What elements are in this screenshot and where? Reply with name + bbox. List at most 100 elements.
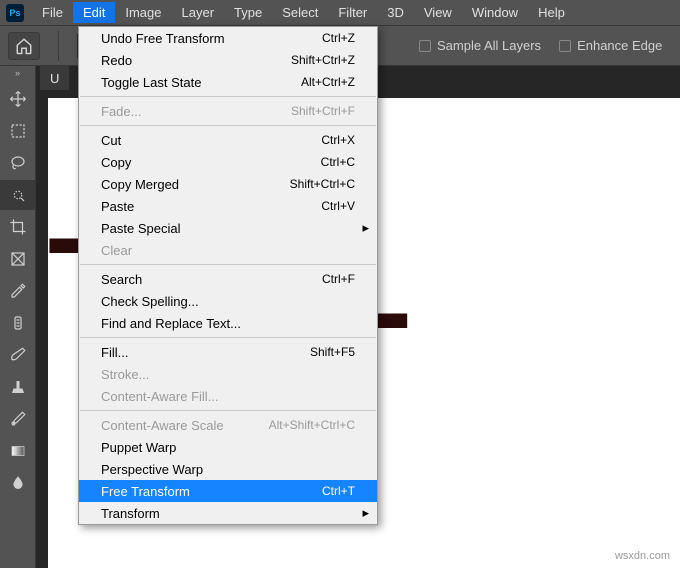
menu-item-fade: Fade... Shift+Ctrl+F — [79, 100, 377, 122]
lasso-tool[interactable] — [0, 148, 35, 178]
tools-panel: » — [0, 66, 36, 568]
submenu-arrow-icon: ▸ — [362, 505, 369, 521]
menu-select[interactable]: Select — [272, 2, 328, 23]
menu-layer[interactable]: Layer — [172, 2, 225, 23]
menu-item-undo-free-transform[interactable]: Undo Free Transform Ctrl+Z — [79, 27, 377, 49]
menu-item-label: Undo Free Transform — [101, 31, 225, 46]
menu-item-paste-special[interactable]: Paste Special ▸ — [79, 217, 377, 239]
menu-item-paste[interactable]: Paste Ctrl+V — [79, 195, 377, 217]
menu-separator — [80, 125, 376, 126]
menu-separator — [80, 410, 376, 411]
menu-item-transform[interactable]: Transform ▸ — [79, 502, 377, 524]
menu-item-copy[interactable]: Copy Ctrl+C — [79, 151, 377, 173]
menu-item-shortcut: Ctrl+X — [321, 133, 355, 147]
menu-item-content-aware-scale: Content-Aware Scale Alt+Shift+Ctrl+C — [79, 414, 377, 436]
menu-item-puppet-warp[interactable]: Puppet Warp — [79, 436, 377, 458]
menu-image[interactable]: Image — [115, 2, 171, 23]
menu-window[interactable]: Window — [462, 2, 528, 23]
menu-filter[interactable]: Filter — [328, 2, 377, 23]
document-tab[interactable]: U — [40, 66, 69, 90]
menu-item-label: Content-Aware Scale — [101, 418, 224, 433]
marquee-tool[interactable] — [0, 116, 35, 146]
menu-item-shortcut: Shift+Ctrl+C — [290, 177, 355, 191]
menu-item-cut[interactable]: Cut Ctrl+X — [79, 129, 377, 151]
menu-item-shortcut: Alt+Ctrl+Z — [301, 75, 355, 89]
menu-item-label: Fill... — [101, 345, 128, 360]
edit-menu-dropdown: Undo Free Transform Ctrl+Z Redo Shift+Ctrl+… — [78, 26, 378, 525]
document-tab-label: U — [50, 71, 59, 86]
menu-separator — [80, 96, 376, 97]
menu-item-label: Free Transform — [101, 484, 190, 499]
menu-item-label: Stroke... — [101, 367, 149, 382]
menu-separator — [80, 337, 376, 338]
menu-item-label: Puppet Warp — [101, 440, 176, 455]
divider — [58, 31, 59, 61]
gradient-tool[interactable] — [0, 436, 35, 466]
menu-item-label: Find and Replace Text... — [101, 316, 241, 331]
quick-selection-tool[interactable] — [0, 180, 35, 210]
menu-item-copy-merged[interactable]: Copy Merged Shift+Ctrl+C — [79, 173, 377, 195]
menu-item-shortcut: Shift+Ctrl+F — [291, 104, 355, 118]
menu-type[interactable]: Type — [224, 2, 272, 23]
menu-item-label: Fade... — [101, 104, 141, 119]
menu-item-shortcut: Ctrl+Z — [322, 31, 355, 45]
menu-item-fill[interactable]: Fill... Shift+F5 — [79, 341, 377, 363]
menu-item-check-spelling[interactable]: Check Spelling... — [79, 290, 377, 312]
menu-item-label: Redo — [101, 53, 132, 68]
menu-item-label: Copy Merged — [101, 177, 179, 192]
menu-item-shortcut: Ctrl+F — [322, 272, 355, 286]
menu-item-label: Clear — [101, 243, 132, 258]
menu-item-clear: Clear — [79, 239, 377, 261]
menu-item-shortcut: Ctrl+V — [321, 199, 355, 213]
crop-tool[interactable] — [0, 212, 35, 242]
submenu-arrow-icon: ▸ — [362, 220, 369, 236]
menu-item-toggle-last-state[interactable]: Toggle Last State Alt+Ctrl+Z — [79, 71, 377, 93]
menu-item-search[interactable]: Search Ctrl+F — [79, 268, 377, 290]
blur-tool[interactable] — [0, 468, 35, 498]
menu-item-label: Transform — [101, 506, 160, 521]
menu-item-label: Toggle Last State — [101, 75, 201, 90]
clone-stamp-tool[interactable] — [0, 372, 35, 402]
move-tool[interactable] — [0, 84, 35, 114]
eyedropper-tool[interactable] — [0, 276, 35, 306]
enhance-edge-checkbox[interactable]: Enhance Edge — [559, 38, 662, 53]
menu-item-free-transform[interactable]: Free Transform Ctrl+T — [79, 480, 377, 502]
menu-3d[interactable]: 3D — [377, 2, 414, 23]
frame-tool[interactable] — [0, 244, 35, 274]
menu-separator — [80, 264, 376, 265]
app-logo: Ps — [6, 4, 24, 22]
menu-item-label: Paste — [101, 199, 134, 214]
menu-help[interactable]: Help — [528, 2, 575, 23]
menu-item-label: Perspective Warp — [101, 462, 203, 477]
menu-item-content-aware-fill: Content-Aware Fill... — [79, 385, 377, 407]
enhance-edge-label: Enhance Edge — [577, 38, 662, 53]
checkbox-icon — [419, 40, 431, 52]
menu-item-perspective-warp[interactable]: Perspective Warp — [79, 458, 377, 480]
menu-item-find-and-replace-text[interactable]: Find and Replace Text... — [79, 312, 377, 334]
menu-item-redo[interactable]: Redo Shift+Ctrl+Z — [79, 49, 377, 71]
sample-all-layers-checkbox[interactable]: Sample All Layers — [419, 38, 541, 53]
menu-edit[interactable]: Edit — [73, 2, 115, 23]
history-brush-tool[interactable] — [0, 404, 35, 434]
menu-item-shortcut: Ctrl+C — [321, 155, 355, 169]
menu-item-label: Copy — [101, 155, 131, 170]
menu-item-label: Content-Aware Fill... — [101, 389, 219, 404]
home-button[interactable] — [8, 32, 40, 60]
menu-view[interactable]: View — [414, 2, 462, 23]
panel-collapse-icon[interactable]: » — [0, 68, 35, 82]
checkbox-icon — [559, 40, 571, 52]
menu-file[interactable]: File — [32, 2, 73, 23]
brush-tool[interactable] — [0, 340, 35, 370]
healing-brush-tool[interactable] — [0, 308, 35, 338]
watermark: wsxdn.com — [615, 550, 670, 562]
menu-item-label: Search — [101, 272, 142, 287]
menubar: Ps FileEditImageLayerTypeSelectFilter3DV… — [0, 0, 680, 26]
menu-item-shortcut: Shift+Ctrl+Z — [291, 53, 355, 67]
menu-item-label: Paste Special — [101, 221, 181, 236]
menu-item-shortcut: Ctrl+T — [322, 484, 355, 498]
menu-item-stroke: Stroke... — [79, 363, 377, 385]
menu-item-shortcut: Alt+Shift+Ctrl+C — [269, 418, 355, 432]
menu-item-shortcut: Shift+F5 — [310, 345, 355, 359]
sample-all-layers-label: Sample All Layers — [437, 38, 541, 53]
menu-item-label: Cut — [101, 133, 121, 148]
